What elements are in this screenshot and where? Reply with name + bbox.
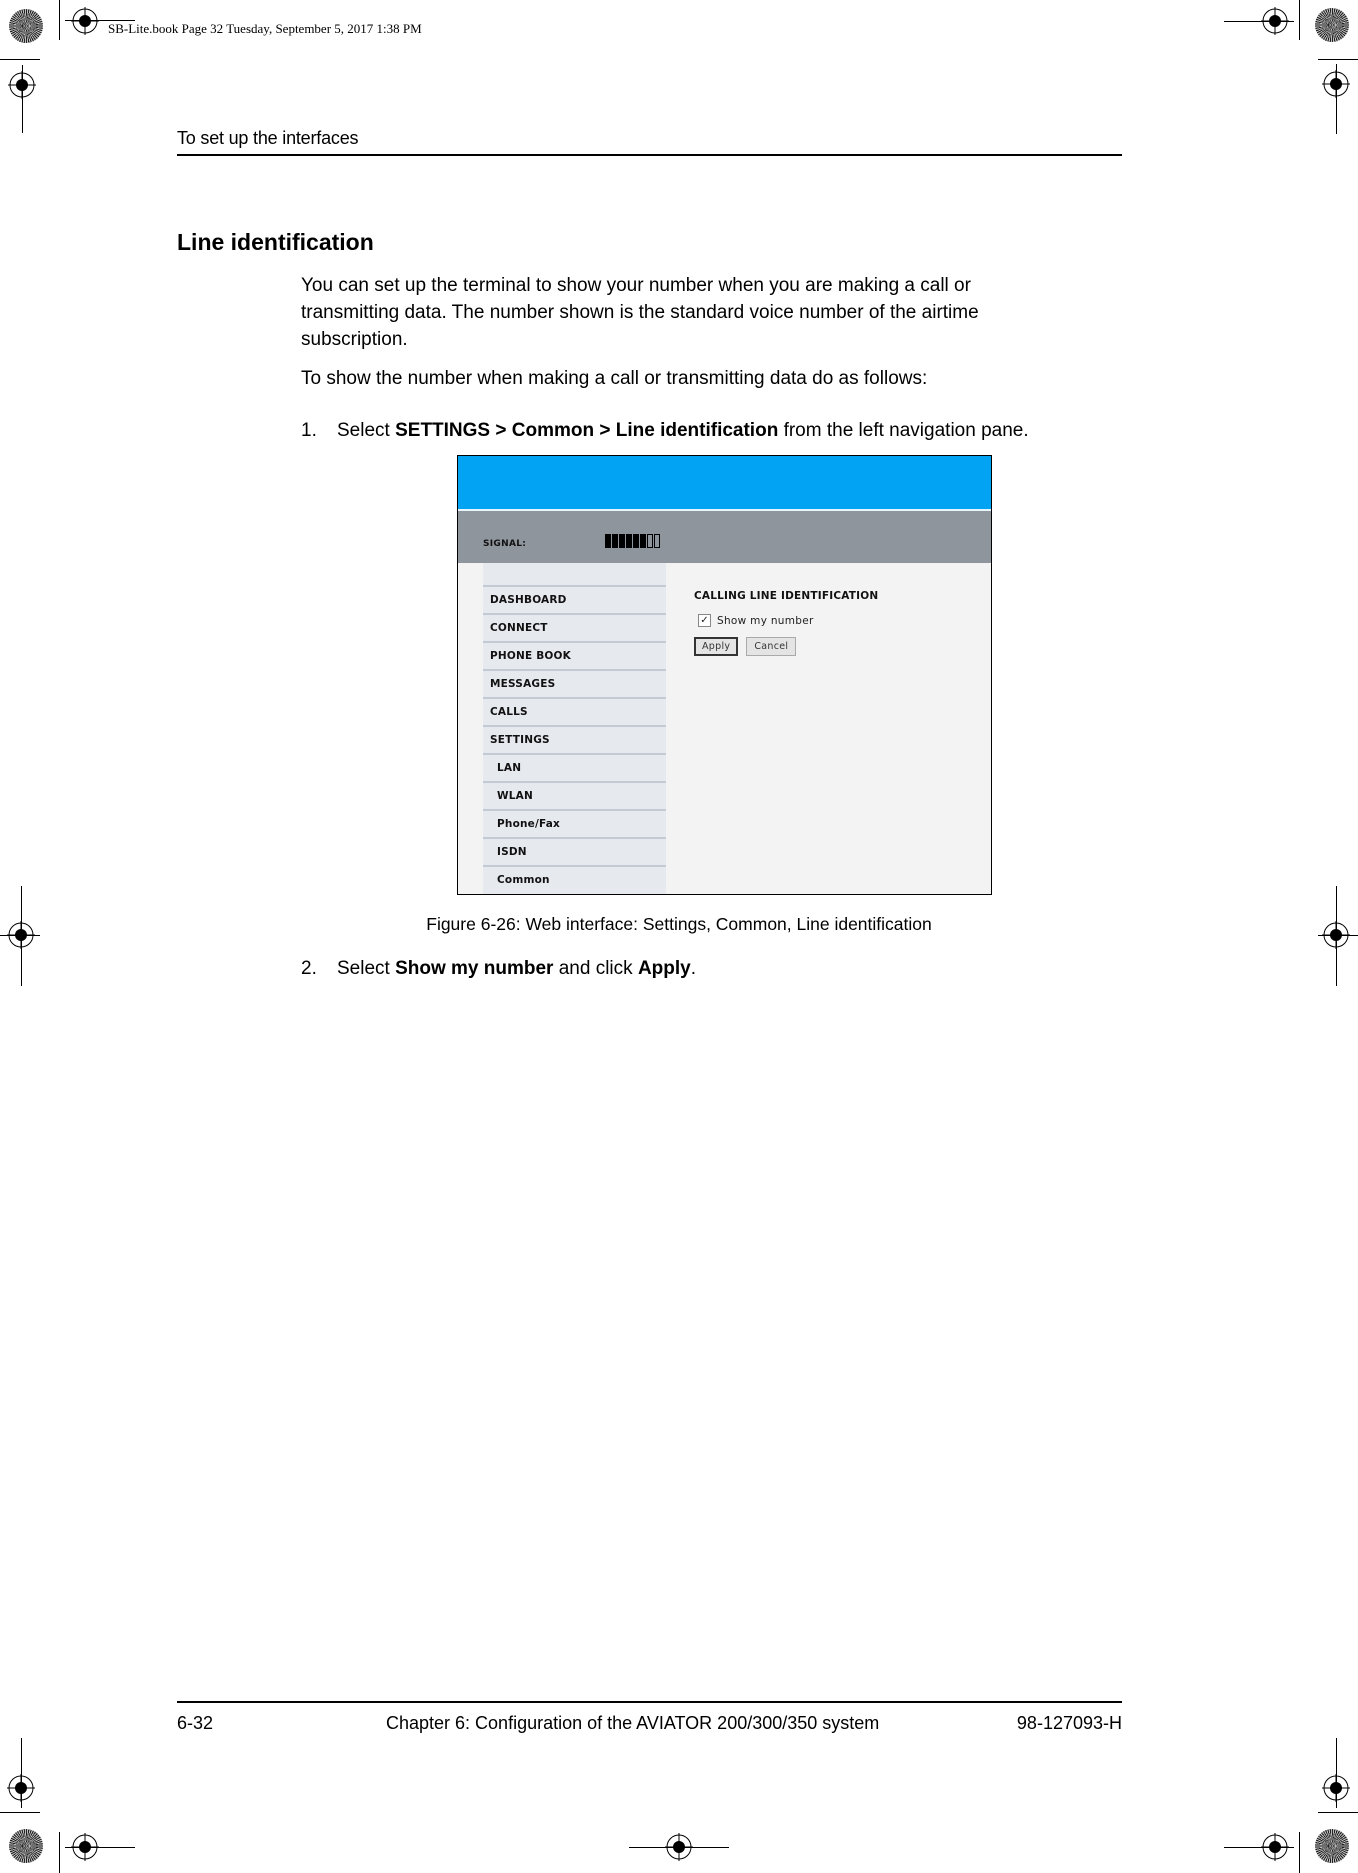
nav-item-phone-book[interactable]: PHONE BOOK bbox=[483, 641, 666, 667]
crop-mark bbox=[1336, 64, 1337, 134]
step-number: 1. bbox=[301, 420, 317, 441]
running-header: To set up the interfaces bbox=[177, 128, 359, 148]
crop-mark bbox=[0, 1812, 40, 1813]
step-option-name: Show my number bbox=[395, 958, 554, 979]
instruction-paragraph: To show the number when making a call or… bbox=[301, 368, 928, 389]
step-1: 1. Select SETTINGS > Common > Line identi… bbox=[301, 420, 1029, 442]
nav-item-lan[interactable]: LAN bbox=[483, 753, 666, 779]
line-identification-panel: CALLING LINE IDENTIFICATION ✓ Show my nu… bbox=[694, 590, 878, 656]
signal-label: SIGNAL: bbox=[483, 539, 527, 549]
crop-mark bbox=[1299, 0, 1300, 40]
step-text: from the left navigation pane. bbox=[778, 420, 1029, 441]
nav-item-calls[interactable]: CALLS bbox=[483, 697, 666, 723]
panel-title: CALLING LINE IDENTIFICATION bbox=[694, 590, 879, 602]
crop-mark bbox=[1224, 1847, 1294, 1848]
crop-mark bbox=[629, 1847, 729, 1848]
section-heading: Line identification bbox=[177, 229, 374, 255]
signal-bar bbox=[605, 534, 611, 548]
step-text: Select bbox=[337, 420, 396, 441]
status-bar: SIGNAL: bbox=[458, 511, 991, 563]
registration-target-icon bbox=[1322, 1774, 1350, 1802]
signal-strength-meter bbox=[605, 534, 660, 548]
signal-bar bbox=[633, 534, 639, 548]
step-button-name: Apply bbox=[637, 958, 691, 979]
crop-mark bbox=[1318, 59, 1358, 60]
crop-mark bbox=[0, 935, 40, 936]
nav-item-common[interactable]: Common bbox=[483, 865, 666, 891]
nav-item-settings[interactable]: SETTINGS bbox=[483, 725, 666, 751]
signal-bar bbox=[654, 534, 660, 548]
signal-bar bbox=[640, 534, 646, 548]
page-number: 6-32 bbox=[177, 1713, 214, 1733]
nav-item-messages[interactable]: MESSAGES bbox=[483, 669, 666, 695]
crop-mark bbox=[65, 1847, 135, 1848]
color-bar-icon bbox=[9, 1829, 43, 1863]
signal-bar bbox=[626, 534, 632, 548]
form-buttons: Apply Cancel bbox=[694, 637, 878, 656]
color-bar-icon bbox=[1315, 8, 1349, 42]
step-text: . bbox=[690, 958, 696, 979]
registration-target-icon bbox=[71, 7, 99, 35]
nav-item-phone-fax[interactable]: Phone/Fax bbox=[483, 809, 666, 835]
cancel-button[interactable]: Cancel bbox=[746, 637, 797, 656]
document-number: 98-127093-H bbox=[1016, 1713, 1122, 1733]
crop-mark bbox=[22, 65, 23, 133]
step-text: and click bbox=[553, 958, 638, 979]
step-menu-path: SETTINGS > Common > Line identification bbox=[395, 420, 779, 441]
show-my-number-label[interactable]: Show my number bbox=[717, 615, 814, 627]
show-my-number-row: ✓ Show my number bbox=[698, 614, 878, 627]
apply-button[interactable]: Apply bbox=[694, 637, 739, 656]
step-2: 2. Select Show my number and click Apply. bbox=[301, 958, 696, 980]
footer-rule bbox=[177, 1701, 1122, 1703]
nav-item-wlan[interactable]: WLAN bbox=[483, 781, 666, 807]
nav-item-connect[interactable]: CONNECT bbox=[483, 613, 666, 639]
registration-target-icon bbox=[7, 1774, 35, 1802]
crop-mark bbox=[1318, 935, 1358, 936]
left-navigation-pane: DASHBOARD CONNECT PHONE BOOK MESSAGES CALLS S… bbox=[483, 563, 666, 894]
crop-mark bbox=[59, 0, 60, 40]
crop-mark bbox=[0, 59, 40, 60]
signal-bar bbox=[619, 534, 625, 548]
figure-caption: Figure 6-26: Web interface: Settings, Co… bbox=[426, 914, 932, 934]
step-number: 2. bbox=[301, 958, 317, 979]
step-text: Select bbox=[337, 958, 396, 979]
signal-bar bbox=[647, 534, 653, 548]
crop-mark bbox=[1299, 1832, 1300, 1873]
color-bar-icon bbox=[1315, 1829, 1349, 1863]
book-meta-line: SB-Lite.book Page 32 Tuesday, September … bbox=[108, 21, 422, 36]
top-banner bbox=[458, 456, 991, 509]
nav-item-dashboard[interactable]: DASHBOARD bbox=[483, 585, 666, 611]
crop-mark bbox=[1224, 21, 1294, 22]
intro-paragraph: You can set up the terminal to show your… bbox=[301, 275, 979, 350]
show-my-number-checkbox[interactable]: ✓ bbox=[698, 614, 711, 627]
crop-mark bbox=[1318, 1812, 1358, 1813]
color-bar-icon bbox=[9, 9, 43, 43]
signal-bar bbox=[612, 534, 618, 548]
header-rule bbox=[177, 154, 1122, 156]
chapter-title: Chapter 6: Configuration of the AVIATOR … bbox=[386, 1713, 880, 1733]
crop-mark bbox=[59, 1832, 60, 1873]
web-interface-screenshot: SIGNAL: DASHBOARD CONNECT PHONE BOOK MESSAG… bbox=[457, 455, 992, 895]
nav-item-isdn[interactable]: ISDN bbox=[483, 837, 666, 863]
